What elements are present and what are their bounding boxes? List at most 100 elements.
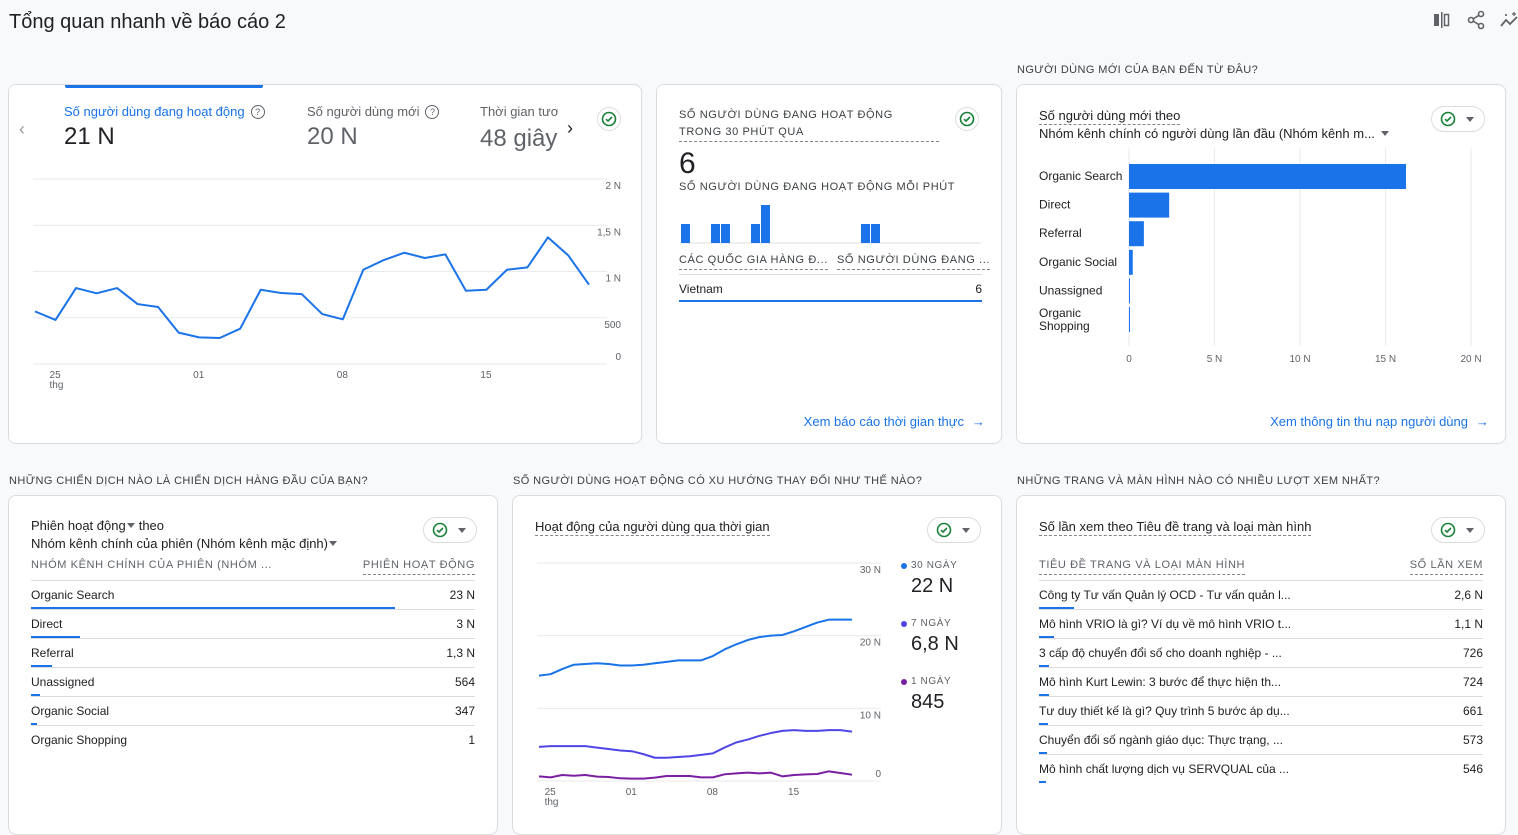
arrow-right-icon: → [972,414,985,429]
channel-bar [1129,307,1130,332]
minute-bar [681,224,690,243]
row-value: 661 [1462,704,1483,718]
row-value: 546 [1462,762,1483,776]
minute-bar [761,205,770,243]
section-heading-pages: NHỮNG TRANG VÀ MÀN HÌNH NÀO CÓ NHIỀU LƯỢ… [1017,475,1380,487]
chart-title-text: Số lần xem theo Tiêu đề trang và loại mà… [1039,519,1312,536]
country-name: Vietnam [679,282,723,296]
x-tick-sublabel: thg [50,380,64,391]
row-label: Mô hình Kurt Lewin: 3 bước để thực hiện … [1039,675,1282,689]
page-title-column-header[interactable]: TIÊU ĐỀ TRANG VÀ LOẠI MÀN HÌNH [1039,557,1246,575]
row-label: Direct [31,617,63,631]
dimension-text: Nhóm kênh chính của phiên (Nhóm kênh mặc… [31,536,328,551]
arrow-right-icon: → [1476,414,1489,429]
row-share-bar [1039,781,1047,783]
table-row[interactable]: Unassigned 564 [31,667,475,696]
y-tick-label: 10 N [860,710,881,721]
link-text: Xem thông tin thu nạp người dùng [1270,414,1468,429]
dimension-dropdown[interactable]: Nhóm kênh chính của phiên (Nhóm kênh mặc… [31,536,337,551]
row-value: 2,6 N [1454,588,1483,602]
x-tick-label: 08 [707,787,719,798]
status-dropdown-button[interactable] [423,517,477,543]
y-tick-label: 500 [604,320,621,331]
category-label: Unassigned [1039,283,1102,297]
page-title: Tổng quan nhanh về báo cáo 2 [9,11,286,33]
chart-title[interactable]: Số lần xem theo Tiêu đề trang và loại mà… [1039,518,1312,536]
views-column-header[interactable]: SỐ LẦN XEM [1409,557,1483,575]
metric-text: Phiên hoạt động [31,518,126,533]
category-label: Referral [1039,226,1082,240]
row-label: Referral [31,646,74,660]
legend-value: 6,8 N [911,633,959,655]
channel-bar [1129,192,1170,218]
x-tick-label: 01 [193,370,205,381]
views-by-page-card: Số lần xem theo Tiêu đề trang và loại mà… [1016,495,1506,835]
table-row[interactable]: Công ty Tư vấn Quản lý OCD - Tư vấn quản… [1039,580,1483,609]
page-title-column-text: TIÊU ĐỀ TRANG VÀ LOẠI MÀN HÌNH [1039,557,1246,575]
row-value: 3 N [456,617,475,631]
row-label: 3 cấp độ chuyển đổi số cho doanh nghiệp … [1039,646,1282,660]
x-tick-label: 15 N [1375,354,1396,365]
legend-dot [901,678,907,685]
table-row[interactable]: Organic Shopping 1 [31,725,475,754]
check-circle-icon [1440,522,1456,538]
table-row[interactable]: 3 cấp độ chuyển đổi số cho doanh nghiệp … [1039,638,1483,667]
row-label: Mô hình VRIO là gì? Ví dụ về mô hình VRI… [1039,617,1292,631]
active-users-line-chart: 05001 N1,5 N2 N25thg01 08 15 [33,178,621,391]
table-row[interactable]: Mô hình Kurt Lewin: 3 bước để thực hiện … [1039,667,1483,696]
table-row[interactable]: Organic Search 23 N [31,580,475,609]
sessions-column-header[interactable]: PHIÊN HOẠT ĐỘNG [362,557,475,575]
y-tick-label: 1,5 N [597,227,621,238]
caret-down-icon [329,541,337,546]
legend-label: 1 NGÀY [911,676,952,687]
users-column-text: SỐ NGƯỜI DÙNG ĐANG ... [837,252,991,270]
table-row[interactable]: Tư duy thiết kế là gì? Quy trình 5 bước … [1039,696,1483,725]
x-tick-label: 15 [480,370,492,381]
channel-bar [1129,221,1144,247]
sessions-column-text: PHIÊN HOẠT ĐỘNG [362,557,475,575]
table-row[interactable]: Direct 3 N [31,609,475,638]
table-row[interactable]: Chuyển đổi số ngành giáo dục: Thực trạng… [1039,725,1483,754]
realtime-report-link[interactable]: Xem báo cáo thời gian thực → [804,414,985,429]
legend-item: 1 NGÀY 845 [901,676,959,714]
table-row[interactable]: Mô hình chất lượng dịch vụ SERVQUAL của … [1039,754,1483,783]
country-row: Vietnam 6 [679,274,982,302]
legend-dot [901,562,907,569]
user-acquisition-link[interactable]: Xem thông tin thu nạp người dùng → [1270,414,1489,429]
metric-dropdown[interactable]: Phiên hoạt động [31,518,135,533]
category-label: Organic Social [1039,255,1117,269]
users-column-header[interactable]: SỐ NGƯỜI DÙNG ĐANG ... [837,252,991,270]
table-row[interactable]: Referral 1,3 N [31,638,475,667]
y-tick-label: 0 [875,769,881,780]
share-icon[interactable] [1466,10,1486,30]
row-value: 573 [1462,733,1483,747]
sessions-by-channel-card: Phiên hoạt động theo Nhóm kênh chính của… [8,495,498,835]
y-tick-label: 20 N [860,638,881,649]
series-line [34,236,590,340]
row-label: Organic Shopping [31,733,128,747]
country-value: 6 [975,282,982,296]
y-tick-label: 2 N [605,181,621,192]
country-column-header[interactable]: CÁC QUỐC GIA HÀNG Đ... [679,252,828,270]
legend-label: 30 NGÀY [911,560,958,571]
y-tick-label: 0 [615,352,621,363]
compare-icon[interactable] [1432,10,1452,30]
x-tick-label: 15 [788,787,800,798]
x-tick-sublabel: thg [545,797,559,808]
minute-bar [871,224,880,243]
toolbar [1432,10,1518,30]
category-label: Organic Search [1039,169,1122,183]
table-row[interactable]: Organic Social 347 [31,696,475,725]
row-label: Tư duy thiết kế là gì? Quy trình 5 bước … [1039,704,1290,718]
table-row[interactable]: Mô hình VRIO là gì? Ví dụ về mô hình VRI… [1039,609,1483,638]
row-value: 724 [1462,675,1483,689]
section-heading-trend: SỐ NGƯỜI DÙNG HOẠT ĐỘNG CÓ XU HƯỚNG THAY… [513,475,923,487]
series-line [538,729,853,759]
status-dropdown-button[interactable] [1431,517,1485,543]
category-label: Organic [1039,306,1081,320]
caret-down-icon [126,523,135,528]
row-label: Organic Social [31,704,110,718]
series-line [538,618,852,677]
legend-value: 22 N [911,575,954,597]
insights-icon[interactable] [1500,10,1518,30]
